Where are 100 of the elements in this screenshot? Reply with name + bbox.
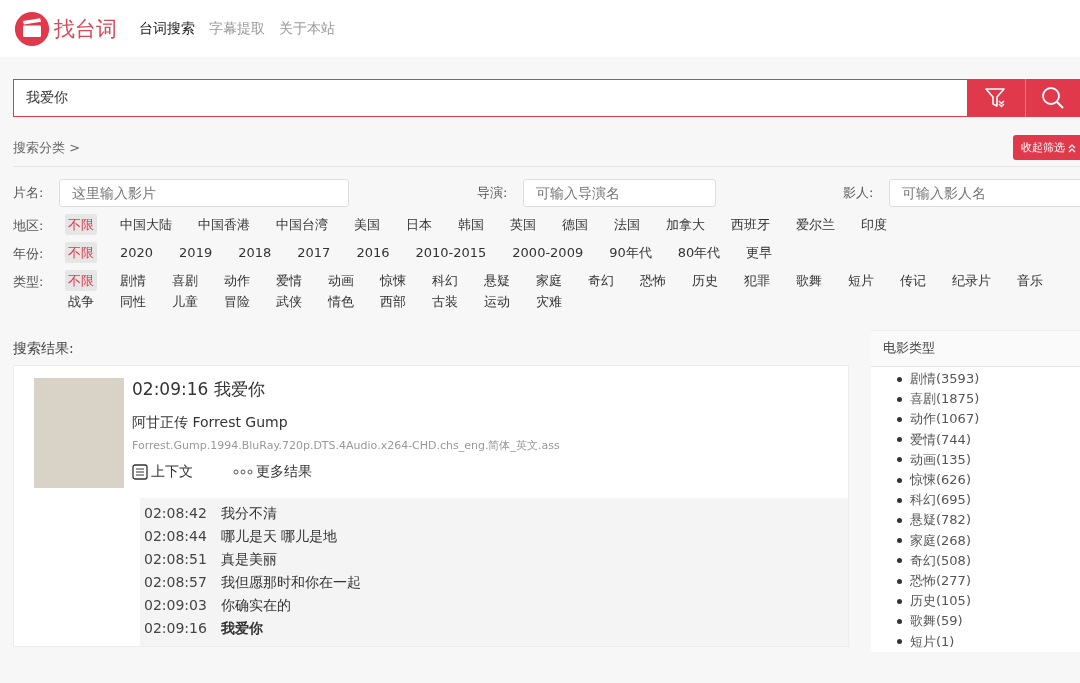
filter-option[interactable]: 家庭 [533, 270, 565, 291]
genre-link[interactable]: 剧情(3593) [910, 369, 980, 390]
filter-option[interactable]: 历史 [689, 270, 721, 291]
filter-option[interactable]: 不限 [65, 242, 97, 263]
genre-link[interactable]: 动画(135) [910, 449, 971, 470]
subtitle-file-name: Forrest.Gump.1994.BluRay.720p.DTS.4Audio.x264-CHD.chs_eng.简体_英文.ass [132, 438, 560, 453]
filter-option[interactable]: 歌舞 [793, 270, 825, 291]
nav-link[interactable]: 台词搜索 [139, 19, 195, 38]
bullet-icon [897, 457, 902, 463]
filter-option[interactable]: 儿童 [169, 291, 201, 312]
filter-option[interactable]: 武侠 [273, 291, 305, 312]
genre-link[interactable]: 爱情(744) [910, 429, 971, 450]
search-field[interactable]: 我爱你 [13, 79, 967, 117]
subtitle-line: 你确实在的 [220, 596, 291, 615]
filter-option[interactable]: 纪录片 [949, 270, 994, 291]
genre-link[interactable]: 恐怖(277) [910, 571, 971, 592]
filter-option[interactable]: 德国 [559, 214, 591, 235]
field-label: 影人: [843, 184, 875, 202]
filter-option[interactable]: 美国 [351, 214, 383, 235]
filter-option[interactable]: 更早 [743, 242, 776, 263]
filter-option[interactable]: 2019 [176, 242, 216, 263]
context-link[interactable]: 上下文 [132, 463, 193, 481]
filter-option[interactable]: 惊悚 [377, 270, 409, 291]
filter-option[interactable]: 爱情 [273, 270, 305, 291]
genre-link[interactable]: 家庭(268) [910, 530, 971, 551]
filter-option[interactable]: 中国香港 [195, 214, 253, 235]
filter-option[interactable]: 日本 [403, 214, 435, 235]
category-breadcrumb[interactable]: 搜索分类 > [13, 138, 81, 157]
filter-option[interactable]: 2016 [353, 242, 393, 263]
genre-link[interactable]: 喜剧(1875) [910, 389, 980, 410]
subtitle-time: 02:08:57 [144, 573, 207, 592]
filter-option[interactable]: 80年代 [674, 242, 724, 263]
genre-link[interactable]: 短片(1) [910, 631, 955, 652]
genre-link[interactable]: 歌舞(59) [910, 611, 963, 632]
filter-option[interactable]: 印度 [858, 214, 890, 235]
filter-option[interactable]: 韩国 [455, 214, 487, 235]
result-title[interactable]: 02:09:16 我爱你 [132, 378, 560, 401]
filter-option[interactable]: 中国台湾 [273, 214, 331, 235]
search-icon [1041, 86, 1065, 110]
subtitle-line: 我爱你 [220, 619, 263, 638]
filter-option[interactable]: 同性 [117, 291, 149, 312]
filter-option[interactable]: 传记 [897, 270, 929, 291]
filter-option[interactable]: 2000-2009 [509, 242, 587, 263]
filter-option[interactable]: 中国大陆 [117, 214, 175, 235]
filter-option[interactable]: 音乐 [1014, 270, 1046, 291]
genre-link[interactable]: 科幻(695) [910, 490, 971, 511]
input-field[interactable]: 这里输入影片 [59, 179, 349, 207]
field-label: 导演: [477, 184, 509, 202]
filter-option[interactable]: 情色 [325, 291, 357, 312]
clapperboard-logo-icon[interactable] [14, 10, 50, 47]
filter-option[interactable]: 2018 [235, 242, 275, 263]
filter-option[interactable]: 爱尔兰 [793, 214, 838, 235]
movie-name[interactable]: 阿甘正传 Forrest Gump [132, 414, 560, 432]
input-field[interactable]: 可输入导演名 [523, 179, 716, 207]
filter-option[interactable]: 法国 [611, 214, 643, 235]
panel-title: 电影类型 [871, 331, 1080, 367]
filter-option[interactable]: 不限 [65, 270, 97, 291]
filter-option[interactable]: 奇幻 [585, 270, 617, 291]
filter-option[interactable]: 科幻 [429, 270, 461, 291]
ellipsis-icon [233, 469, 253, 475]
filter-option[interactable]: 犯罪 [741, 270, 773, 291]
filter-option[interactable]: 冒险 [221, 291, 253, 312]
filter-option[interactable]: 恐怖 [637, 270, 669, 291]
filter-option[interactable]: 加拿大 [663, 214, 708, 235]
filter-option[interactable]: 短片 [845, 270, 877, 291]
filter-option[interactable]: 西班牙 [728, 214, 773, 235]
genre-link[interactable]: 历史(105) [910, 591, 971, 612]
genre-link[interactable]: 惊悚(626) [910, 470, 971, 491]
search-button[interactable] [1026, 79, 1080, 117]
filter-option[interactable]: 英国 [507, 214, 539, 235]
filter-option[interactable]: 古装 [429, 291, 461, 312]
filter-option[interactable]: 动作 [221, 270, 253, 291]
filter-option[interactable]: 剧情 [117, 270, 149, 291]
filter-option[interactable]: 2010-2015 [412, 242, 490, 263]
filter-option[interactable]: 喜剧 [169, 270, 201, 291]
bullet-icon [897, 639, 902, 645]
filter-option[interactable]: 90年代 [606, 242, 655, 263]
bullet-icon [897, 396, 902, 402]
filter-option[interactable]: 2017 [294, 242, 334, 263]
filter-label: 年份: [13, 245, 45, 263]
filter-option[interactable]: 不限 [65, 214, 97, 235]
filter-option[interactable]: 动画 [325, 270, 357, 291]
filter-option[interactable]: 2020 [117, 242, 157, 263]
genre-link[interactable]: 动作(1067) [910, 409, 980, 430]
subtitle-line: 我分不清 [220, 504, 277, 523]
context-icon [132, 464, 148, 480]
filter-option[interactable]: 悬疑 [481, 270, 513, 291]
more-results-link[interactable]: 更多结果 [233, 463, 312, 481]
filter-option[interactable]: 西部 [377, 291, 409, 312]
filter-button[interactable] [967, 79, 1026, 117]
collapse-filter-button[interactable]: 收起筛选 [1013, 135, 1080, 160]
site-logo-text[interactable]: 找台词 [54, 14, 117, 43]
filter-label: 地区: [13, 217, 45, 235]
filter-option[interactable]: 运动 [481, 291, 513, 312]
input-field[interactable]: 可输入影人名 [889, 179, 1080, 207]
genre-link[interactable]: 奇幻(508) [910, 550, 971, 572]
filter-option[interactable]: 灾难 [533, 291, 565, 312]
genre-link[interactable]: 悬疑(782) [910, 510, 971, 531]
filter-option[interactable]: 战争 [65, 291, 97, 312]
bullet-icon [897, 477, 902, 483]
